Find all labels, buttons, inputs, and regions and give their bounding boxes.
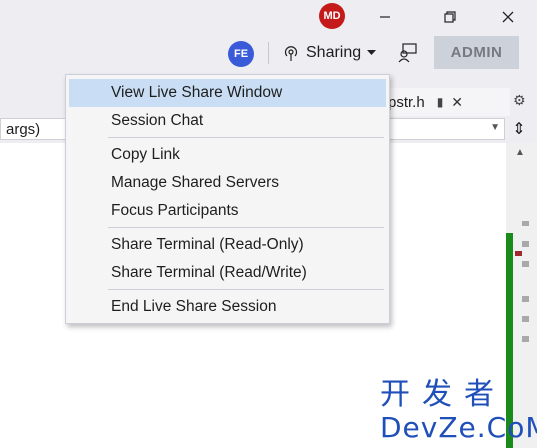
scroll-marker-gray xyxy=(522,316,529,322)
menu-item-focus-participants[interactable]: Focus Participants xyxy=(69,197,386,225)
menu-separator xyxy=(108,227,384,228)
user-avatar[interactable]: MD xyxy=(319,3,345,29)
scroll-marker-gray xyxy=(522,221,529,226)
menu-separator xyxy=(108,289,384,290)
pin-icon[interactable]: ▮ xyxy=(437,95,444,109)
broadcast-icon xyxy=(284,46,298,61)
menu-item-label: Session Chat xyxy=(111,112,204,129)
feedback-button[interactable] xyxy=(397,42,421,64)
scroll-marker-gray xyxy=(522,241,529,247)
chevron-down-icon: ▼ xyxy=(490,122,500,133)
menu-item-manage-shared-servers[interactable]: Manage Shared Servers xyxy=(69,169,386,197)
menu-item-label: View Live Share Window xyxy=(111,84,283,101)
menu-item-end-live-share-session[interactable]: End Live Share Session xyxy=(69,293,386,321)
error-marker-red xyxy=(515,251,522,256)
menu-item-share-terminal-read-write[interactable]: Share Terminal (Read/Write) xyxy=(69,259,386,287)
scroll-up-arrow-icon[interactable]: ▲ xyxy=(515,147,525,158)
gear-icon[interactable]: ⚙ xyxy=(513,92,526,109)
sharing-button[interactable]: Sharing xyxy=(282,40,377,66)
menu-item-label: End Live Share Session xyxy=(111,298,277,315)
menu-item-label: Focus Participants xyxy=(111,202,239,219)
menu-item-label: Share Terminal (Read-Only) xyxy=(111,236,304,253)
menu-item-share-terminal-read-only[interactable]: Share Terminal (Read-Only) xyxy=(69,231,386,259)
minimize-button[interactable] xyxy=(374,6,396,28)
close-icon xyxy=(502,11,514,23)
split-icon: ⇕ xyxy=(512,121,526,138)
member-dropdown-value: args) xyxy=(6,120,41,138)
chevron-down-icon xyxy=(367,50,377,55)
sharing-label: Sharing xyxy=(306,44,362,61)
scroll-marker-gray xyxy=(522,296,529,302)
title-bar: MD xyxy=(0,0,537,34)
sharing-menu: View Live Share Window Session Chat Copy… xyxy=(65,74,390,324)
document-tab[interactable]: pstr.h ▮ ✕ xyxy=(380,88,510,116)
menu-item-copy-link[interactable]: Copy Link xyxy=(69,141,386,169)
scroll-marker-gray xyxy=(522,261,529,267)
liveshare-participant-avatar[interactable]: FE xyxy=(228,41,254,67)
toolbar-separator xyxy=(268,42,269,64)
restore-button[interactable] xyxy=(439,6,461,28)
admin-button[interactable]: ADMIN xyxy=(434,36,519,69)
menu-item-label: Copy Link xyxy=(111,146,180,163)
split-window-button[interactable]: ⇕ xyxy=(507,118,531,140)
tab-close-icon[interactable]: ✕ xyxy=(451,94,463,111)
restore-icon xyxy=(444,11,456,23)
watermark-english-text: DevZe.CoM xyxy=(380,411,537,444)
close-button[interactable] xyxy=(497,6,519,28)
scroll-marker-gray xyxy=(522,336,529,342)
menu-item-view-live-share-window[interactable]: View Live Share Window xyxy=(69,79,386,107)
menu-item-label: Share Terminal (Read/Write) xyxy=(111,264,307,281)
document-tab-title: pstr.h xyxy=(388,93,425,111)
minimize-icon xyxy=(380,16,390,18)
menu-item-label: Manage Shared Servers xyxy=(111,174,280,191)
menu-separator xyxy=(108,137,384,138)
watermark: 开发者 DevZe.CoM xyxy=(380,377,537,448)
menu-item-session-chat[interactable]: Session Chat xyxy=(69,107,386,135)
feedback-icon xyxy=(398,43,417,63)
watermark-chinese-text: 开发者 xyxy=(380,377,506,412)
